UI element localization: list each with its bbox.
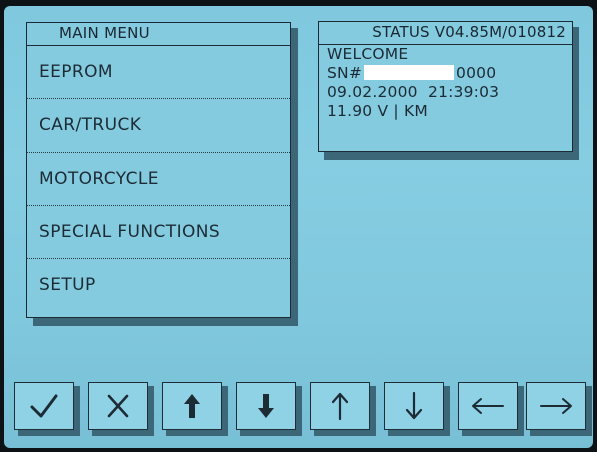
main-menu-title: MAIN MENU bbox=[27, 23, 290, 46]
arrow-right-icon bbox=[540, 398, 572, 414]
menu-item-car-truck[interactable]: CAR/TRUCK bbox=[27, 99, 290, 153]
menu-item-special-functions[interactable]: SPECIAL FUNCTIONS bbox=[27, 206, 290, 260]
status-voltage: 11.90 V | KM bbox=[327, 102, 428, 120]
bold-arrow-down-icon bbox=[258, 394, 274, 418]
arrow-left-icon bbox=[472, 398, 504, 414]
menu-item-eeprom[interactable]: EEPROM bbox=[27, 46, 290, 100]
main-menu-panel: MAIN MENU EEPROM CAR/TRUCK MOTORCYCLE SP… bbox=[26, 22, 291, 318]
lcd-screen: MAIN MENU EEPROM CAR/TRUCK MOTORCYCLE SP… bbox=[4, 6, 593, 448]
down-button[interactable] bbox=[384, 382, 444, 430]
menu-item-motorcycle[interactable]: MOTORCYCLE bbox=[27, 153, 290, 206]
serial-number-prefix: SN# bbox=[327, 64, 363, 82]
page-down-button[interactable] bbox=[236, 382, 296, 430]
status-welcome: WELCOME bbox=[327, 45, 409, 63]
right-button[interactable] bbox=[526, 382, 586, 430]
serial-number-suffix: 0000 bbox=[456, 64, 497, 82]
arrow-up-icon bbox=[331, 392, 349, 421]
left-button[interactable] bbox=[458, 382, 518, 430]
page-up-button[interactable] bbox=[162, 382, 222, 430]
x-icon bbox=[107, 394, 129, 418]
status-date: 09.02.2000 bbox=[327, 83, 418, 101]
checkmark-icon bbox=[30, 394, 58, 418]
status-title: STATUS V04.85M/010812 bbox=[319, 22, 572, 45]
confirm-button[interactable] bbox=[14, 382, 74, 430]
menu-item-setup[interactable]: SETUP bbox=[27, 259, 290, 312]
status-panel: STATUS V04.85M/010812 WELCOME SN# 0000 09… bbox=[318, 21, 573, 152]
bold-arrow-up-icon bbox=[184, 394, 200, 418]
serial-number-line: SN# 0000 bbox=[319, 64, 572, 83]
serial-number-redaction bbox=[364, 65, 455, 80]
datetime-line: 09.02.2000 21:39:03 bbox=[319, 83, 572, 102]
up-button[interactable] bbox=[310, 382, 370, 430]
arrow-down-icon bbox=[405, 391, 423, 420]
status-time: 21:39:03 bbox=[428, 83, 500, 101]
cancel-button[interactable] bbox=[88, 382, 148, 430]
